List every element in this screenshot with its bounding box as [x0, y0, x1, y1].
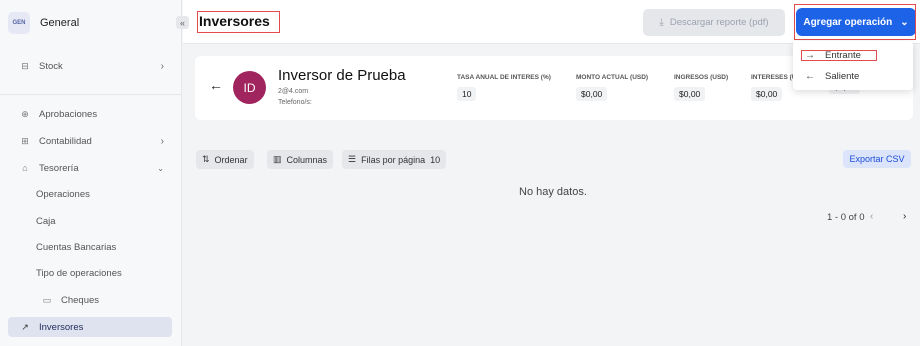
sidebar-item-stock[interactable]: ⊟ Stock ›	[8, 56, 172, 76]
highlight-box	[794, 4, 916, 40]
columns-label: Columnas	[286, 154, 328, 165]
download-report-button[interactable]: ⤓ Descargar reporte (pdf)	[643, 9, 785, 36]
chart-line-icon: ↗	[21, 321, 29, 332]
avatar: ID	[233, 71, 266, 104]
sidebar-item-tipo-operaciones[interactable]: Tipo de operaciones	[36, 264, 122, 282]
metric-intereses: INTERESES (U $0,00	[751, 74, 797, 102]
export-csv-button[interactable]: Exportar CSV	[843, 150, 911, 168]
metric-value: $0,00	[751, 87, 783, 101]
sidebar-item-label: Contabilidad	[39, 135, 92, 147]
metric-label: INGRESOS (USD)	[674, 74, 729, 81]
chevron-left-icon[interactable]: ‹	[870, 211, 873, 222]
metric-value: $0,00	[674, 87, 706, 101]
rows-per-page-label: Filas por página	[361, 154, 426, 165]
sidebar-item-caja[interactable]: Caja	[36, 212, 56, 230]
sidebar-item-label: Tesorería	[39, 162, 79, 174]
calculator-icon: ⊞	[21, 135, 29, 146]
investor-email: 2@4.com	[278, 88, 309, 95]
add-operation-menu: → Entrante ← Saliente	[793, 41, 913, 90]
investor-phone: Telefono/s:	[278, 99, 312, 106]
pagination-info: 1 - 0 of 0	[827, 212, 865, 223]
workspace-name: General	[40, 17, 80, 29]
metric-value: $0,00	[576, 87, 608, 101]
sidebar-item-label: Stock	[39, 60, 63, 72]
plus-circle-icon: ⊕	[21, 108, 29, 119]
sidebar-item-inversores[interactable]: ↗ Inversores	[8, 317, 172, 337]
sort-label: Ordenar	[214, 154, 248, 165]
rows-per-page-value: 10	[430, 154, 441, 165]
rows-icon: ☰	[348, 154, 357, 164]
metric-value: 10	[457, 87, 477, 101]
metric-monto-actual: MONTO ACTUAL (USD) $0,00	[576, 74, 648, 102]
sidebar-item-label: Aprobaciones	[39, 108, 98, 120]
workspace-switcher[interactable]: GEN General	[8, 12, 79, 34]
sidebar-item-contabilidad[interactable]: ⊞ Contabilidad ›	[8, 131, 172, 151]
sidebar-item-tesoreria[interactable]: ⌂ Tesorería ⌄	[8, 158, 172, 178]
columns-button[interactable]: ▥ Columnas	[267, 150, 334, 169]
metric-ingresos: INGRESOS (USD) $0,00	[674, 74, 728, 102]
sort-icon: ⇅	[202, 154, 210, 164]
bank-icon: ⌂	[22, 163, 28, 173]
sort-button[interactable]: ⇅ Ordenar	[196, 150, 254, 169]
back-arrow-icon[interactable]: ←	[209, 77, 223, 93]
sidebar-divider	[0, 94, 182, 95]
highlight-box	[197, 11, 280, 33]
investor-name: Inversor de Prueba	[278, 67, 406, 84]
sidebar-item-operaciones[interactable]: Operaciones	[36, 185, 90, 203]
chevron-down-icon: ⌄	[157, 163, 164, 173]
sidebar-item-aprobaciones[interactable]: ⊕ Aprobaciones	[8, 104, 172, 124]
metric-label: MONTO ACTUAL (USD)	[576, 74, 649, 81]
sidebar-item-cuentas-bancarias[interactable]: Cuentas Bancarias	[36, 238, 116, 256]
sidebar-item-label: Cheques	[61, 294, 100, 306]
chevron-right-icon: ›	[160, 135, 164, 147]
download-report-label: Descargar reporte (pdf)	[669, 17, 769, 28]
sidebar: GEN General ⊟ Stock › ⊕ Aprobaciones ⊞ C…	[0, 0, 182, 346]
workspace-badge: GEN	[8, 12, 30, 34]
metric-label: TASA ANUAL DE INTERES (%)	[457, 74, 551, 81]
rows-per-page-button[interactable]: ☰ Filas por página 10	[342, 150, 447, 169]
download-icon: ⤓	[659, 17, 664, 28]
metric-label: INTERESES (U	[751, 74, 797, 81]
menu-item-saliente[interactable]: ← Saliente	[793, 66, 913, 86]
chevron-right-icon[interactable]: ›	[903, 211, 906, 222]
collapse-sidebar-button[interactable]: «	[176, 16, 189, 29]
sidebar-item-cheques[interactable]: ▭ Cheques	[30, 290, 172, 310]
box-icon: ⊟	[21, 60, 29, 71]
columns-icon: ▥	[273, 154, 282, 164]
menu-item-label: Saliente	[825, 70, 860, 82]
highlight-box	[801, 50, 877, 61]
empty-state: No hay datos.	[519, 186, 587, 198]
metric-tasa-anual: TASA ANUAL DE INTERES (%) 10	[457, 74, 551, 102]
sidebar-item-label: Inversores	[39, 321, 84, 333]
arrow-left-icon: ←	[805, 70, 815, 82]
chevron-right-icon: ›	[160, 60, 164, 72]
cheque-icon: ▭	[42, 294, 52, 305]
